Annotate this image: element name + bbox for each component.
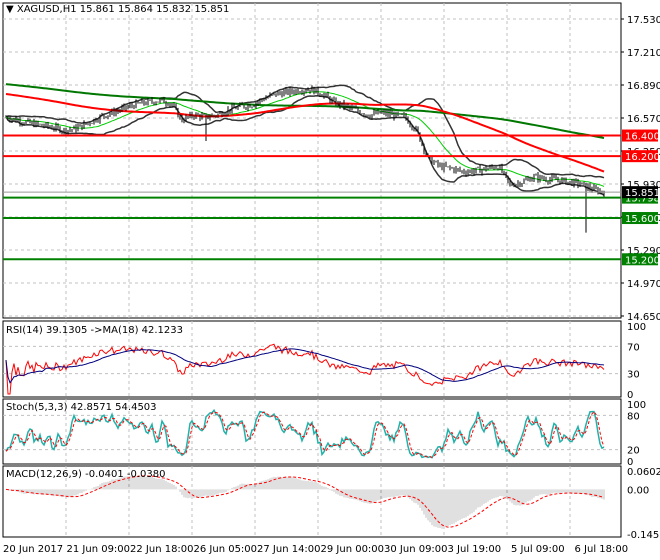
close-value: 15.851: [194, 4, 230, 15]
chart-window[interactable]: 17.53017.21016.89016.57016.25015.93015.6…: [0, 0, 660, 560]
stoch-title: Stoch(5,3,3) 42.8571 54.4503: [6, 402, 157, 413]
bollinger-lower: [5, 95, 605, 196]
pane-frame: [2, 2, 622, 319]
time-tick-label: 22 Jun 18:00: [130, 544, 194, 555]
time-tick-label: 27 Jun 14:00: [257, 544, 321, 555]
open-value: 15.861: [79, 4, 115, 15]
stoch-main-line: [5, 408, 605, 459]
chart-header: ▼ XAGUSD,H1 15.861 15.864 15.832 15.851: [6, 4, 229, 15]
high-value: 15.864: [117, 4, 153, 15]
level-label: 16.400: [625, 132, 660, 143]
time-tick-label: 5 Jul 09:00: [511, 544, 565, 555]
dropdown-triangle-icon[interactable]: ▼: [6, 4, 14, 15]
bollinger-upper: [5, 84, 605, 179]
current-price-label: 15.851: [625, 188, 660, 199]
rsi-title: RSI(14) 39.1305 ->MA(18) 42.1233: [6, 325, 183, 336]
level-label: 16.200: [625, 152, 660, 163]
rsi-tick-label: 30: [627, 370, 640, 381]
stoch-tick-label: 100: [627, 400, 646, 411]
price-tick-label: 17.530: [627, 15, 660, 26]
price-tick-label: 17.210: [627, 48, 660, 59]
time-tick-label: 30 Jun 09:00: [384, 544, 448, 555]
stoch-tick-label: 20: [627, 446, 640, 457]
level-label: 15.600: [625, 214, 660, 225]
rsi-line: [5, 343, 605, 395]
time-tick-label: 20 Jun 2017: [3, 544, 63, 555]
macd-tick-label: 0.0602: [627, 467, 660, 478]
macd-tick-label: -0.1456: [627, 530, 660, 541]
low-value: 15.832: [156, 4, 192, 15]
level-label: 15.200: [625, 255, 660, 266]
stoch-tick-label: 80: [627, 411, 640, 422]
time-tick-label: 6 Jul 18:00: [575, 544, 629, 555]
symbol-label: XAGUSD,H1: [16, 4, 77, 15]
rsi-tick-label: 70: [627, 342, 640, 353]
price-tick-label: 14.970: [627, 279, 660, 290]
time-tick-label: 3 Jul 19:00: [448, 544, 502, 555]
price-tick-label: 16.890: [627, 81, 660, 92]
price-tick-label: 16.570: [627, 114, 660, 125]
time-tick-label: 29 Jun 00:00: [321, 544, 385, 555]
rsi-tick-label: 100: [627, 322, 646, 333]
macd-title: MACD(12,26,9) -0.0401 -0.0380: [6, 469, 166, 480]
time-tick-label: 26 Jun 05:00: [194, 544, 258, 555]
ma-slow-line: [5, 83, 605, 140]
macd-tick-label: 0.00: [627, 485, 649, 496]
time-tick-label: 21 Jun 09:00: [67, 544, 131, 555]
